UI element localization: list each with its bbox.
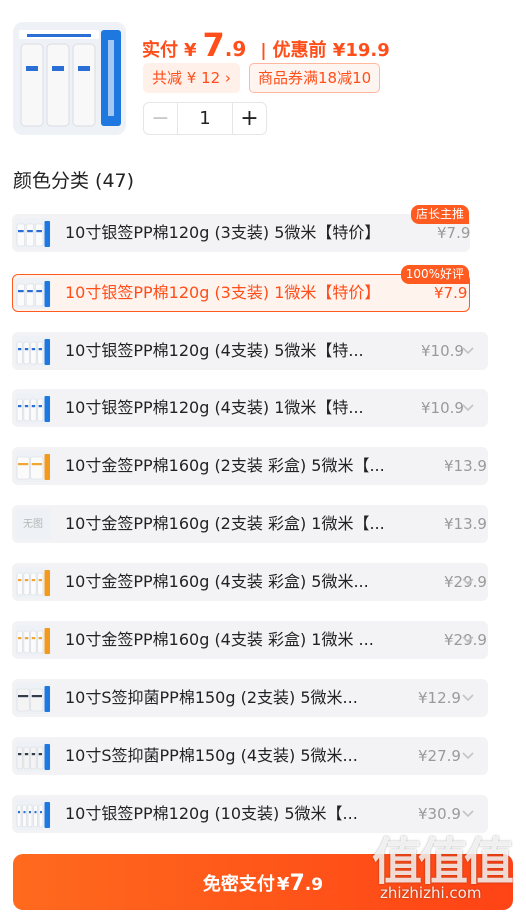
sku-option-price: ¥27.9 (418, 747, 461, 765)
gold-2pack-image (15, 451, 51, 482)
sku-option-price: ¥13.9 (444, 457, 487, 475)
sku-option[interactable]: 无图 10寸金签PP棉160g (2支装 彩盒) 1微米【... ¥13.9 (12, 505, 488, 543)
sku-option-label: 10寸金签PP棉160g (4支装 彩盒) 1微米 ... (65, 630, 374, 649)
sku-option-price: ¥10.9 (421, 399, 464, 417)
price-decimal: .9 (224, 37, 247, 61)
chevron-down-icon[interactable] (461, 574, 475, 588)
sku-option-badge: 100%好评 (400, 265, 469, 284)
pay-button-label: 免密支付 (202, 874, 275, 895)
sku-option-price: ¥12.9 (418, 689, 461, 707)
currency-symbol: ¥ (184, 40, 197, 61)
water-filter-cartridge-3pack-image (13, 22, 126, 135)
chevron-down-icon[interactable] (461, 632, 475, 646)
plus-icon[interactable]: + (232, 103, 266, 134)
sku-option[interactable]: 10寸银签PP棉120g (3支装) 1微米【特价】 ¥7.9 100%好评 (12, 265, 470, 312)
sku-option[interactable]: 10寸S签抑菌PP棉150g (4支装) 5微米... ¥27.9 (12, 737, 488, 775)
sku-option-label: 10寸银签PP棉120g (4支装) 5微米【特... (65, 341, 364, 360)
gold-4pack-image (15, 625, 51, 656)
minus-icon[interactable]: − (144, 103, 178, 134)
dark-4pack-image (15, 741, 51, 772)
sku-option[interactable]: 10寸S签抑菌PP棉150g (2支装) 5微米... ¥12.9 (12, 679, 488, 717)
section-title: 颜色分类 (47) (13, 170, 135, 192)
pay-button-decimal: .9 (304, 875, 324, 895)
product-thumbnail[interactable] (13, 22, 126, 135)
sku-option[interactable]: 10寸银签PP棉120g (10支装) 5微米【... ¥30.9 (12, 795, 488, 833)
sku-option-label: 10寸银签PP棉120g (3支装) 1微米【特价】 (65, 283, 381, 302)
pay-button-integer: 7 (289, 871, 305, 896)
coupon-chip[interactable]: 商品券满18减10 (249, 63, 381, 93)
sku-option-label: 10寸银签PP棉120g (3支装) 5微米【特价】 (65, 223, 381, 242)
chevron-down-icon[interactable] (461, 690, 475, 704)
silver-10pack-image (15, 799, 51, 830)
pay-label: 实付 (142, 40, 178, 61)
sku-option-label: 10寸金签PP棉160g (4支装 彩盒) 5微米... (65, 572, 369, 591)
gold-4pack-image (15, 567, 51, 598)
sku-option-label: 10寸金签PP棉160g (2支装 彩盒) 1微米【... (65, 514, 385, 533)
silver-4pack-image (15, 393, 51, 424)
dark-2pack-image (15, 683, 51, 714)
silver-3pack-image (15, 218, 51, 249)
chevron-down-icon[interactable] (461, 806, 475, 820)
sku-option-price: ¥13.9 (444, 515, 487, 533)
quantity-stepper: − 1 + (143, 102, 267, 135)
sku-option-badge: 店长主推 (410, 205, 469, 224)
sku-option[interactable]: 10寸金签PP棉160g (4支装 彩盒) 5微米... ¥29.9 (12, 563, 488, 601)
sku-option-price: ¥10.9 (421, 342, 464, 360)
chevron-down-icon[interactable] (461, 343, 475, 357)
no-image-placeholder: 无图 (15, 509, 51, 540)
chevron-down-icon[interactable] (461, 400, 475, 414)
sku-option-label: 10寸金签PP棉160g (2支装 彩盒) 5微米【... (65, 456, 385, 475)
sku-option[interactable]: 10寸银签PP棉120g (3支装) 5微米【特价】 ¥7.9 店长主推 (12, 205, 470, 252)
silver-4pack-image (15, 336, 51, 367)
actual-price: 实付 ¥ 7 .9 | 优惠前 ¥19.9 (142, 26, 390, 64)
original-price: 优惠前 ¥19.9 (272, 40, 390, 61)
quantity-value[interactable]: 1 (178, 108, 232, 129)
pay-button-currency: ¥ (276, 874, 290, 895)
sku-option[interactable]: 10寸银签PP棉120g (4支装) 5微米【特... ¥10.9 (12, 332, 488, 370)
no-image-text: 无图 (23, 519, 43, 530)
silver-3pack-image (15, 278, 51, 309)
sku-option-label: 10寸银签PP棉120g (10支装) 5微米【... (65, 804, 358, 823)
sku-option-label: 10寸银签PP棉120g (4支装) 1微米【特... (65, 398, 364, 417)
sku-option-label: 10寸S签抑菌PP棉150g (4支装) 5微米... (65, 746, 358, 765)
product-header: 实付 ¥ 7 .9 | 优惠前 ¥19.9 共减 ¥ 12 › 商品券满18减1… (0, 0, 526, 150)
pay-button[interactable]: 免密支付 ¥ 7 .9 (13, 854, 513, 910)
sku-option-label: 10寸S签抑菌PP棉150g (2支装) 5微米... (65, 688, 358, 707)
discount-total-chip[interactable]: 共减 ¥ 12 › (143, 63, 240, 93)
sku-option[interactable]: 10寸金签PP棉160g (4支装 彩盒) 1微米 ... ¥29.9 (12, 621, 488, 659)
sku-option[interactable]: 10寸金签PP棉160g (2支装 彩盒) 5微米【... ¥13.9 (12, 447, 488, 485)
price-integer: 7 (202, 26, 225, 64)
chevron-down-icon[interactable] (461, 748, 475, 762)
sku-option[interactable]: 10寸银签PP棉120g (4支装) 1微米【特... ¥10.9 (12, 389, 488, 427)
sku-option-price: ¥30.9 (418, 805, 461, 823)
price-separator: | (260, 41, 267, 61)
